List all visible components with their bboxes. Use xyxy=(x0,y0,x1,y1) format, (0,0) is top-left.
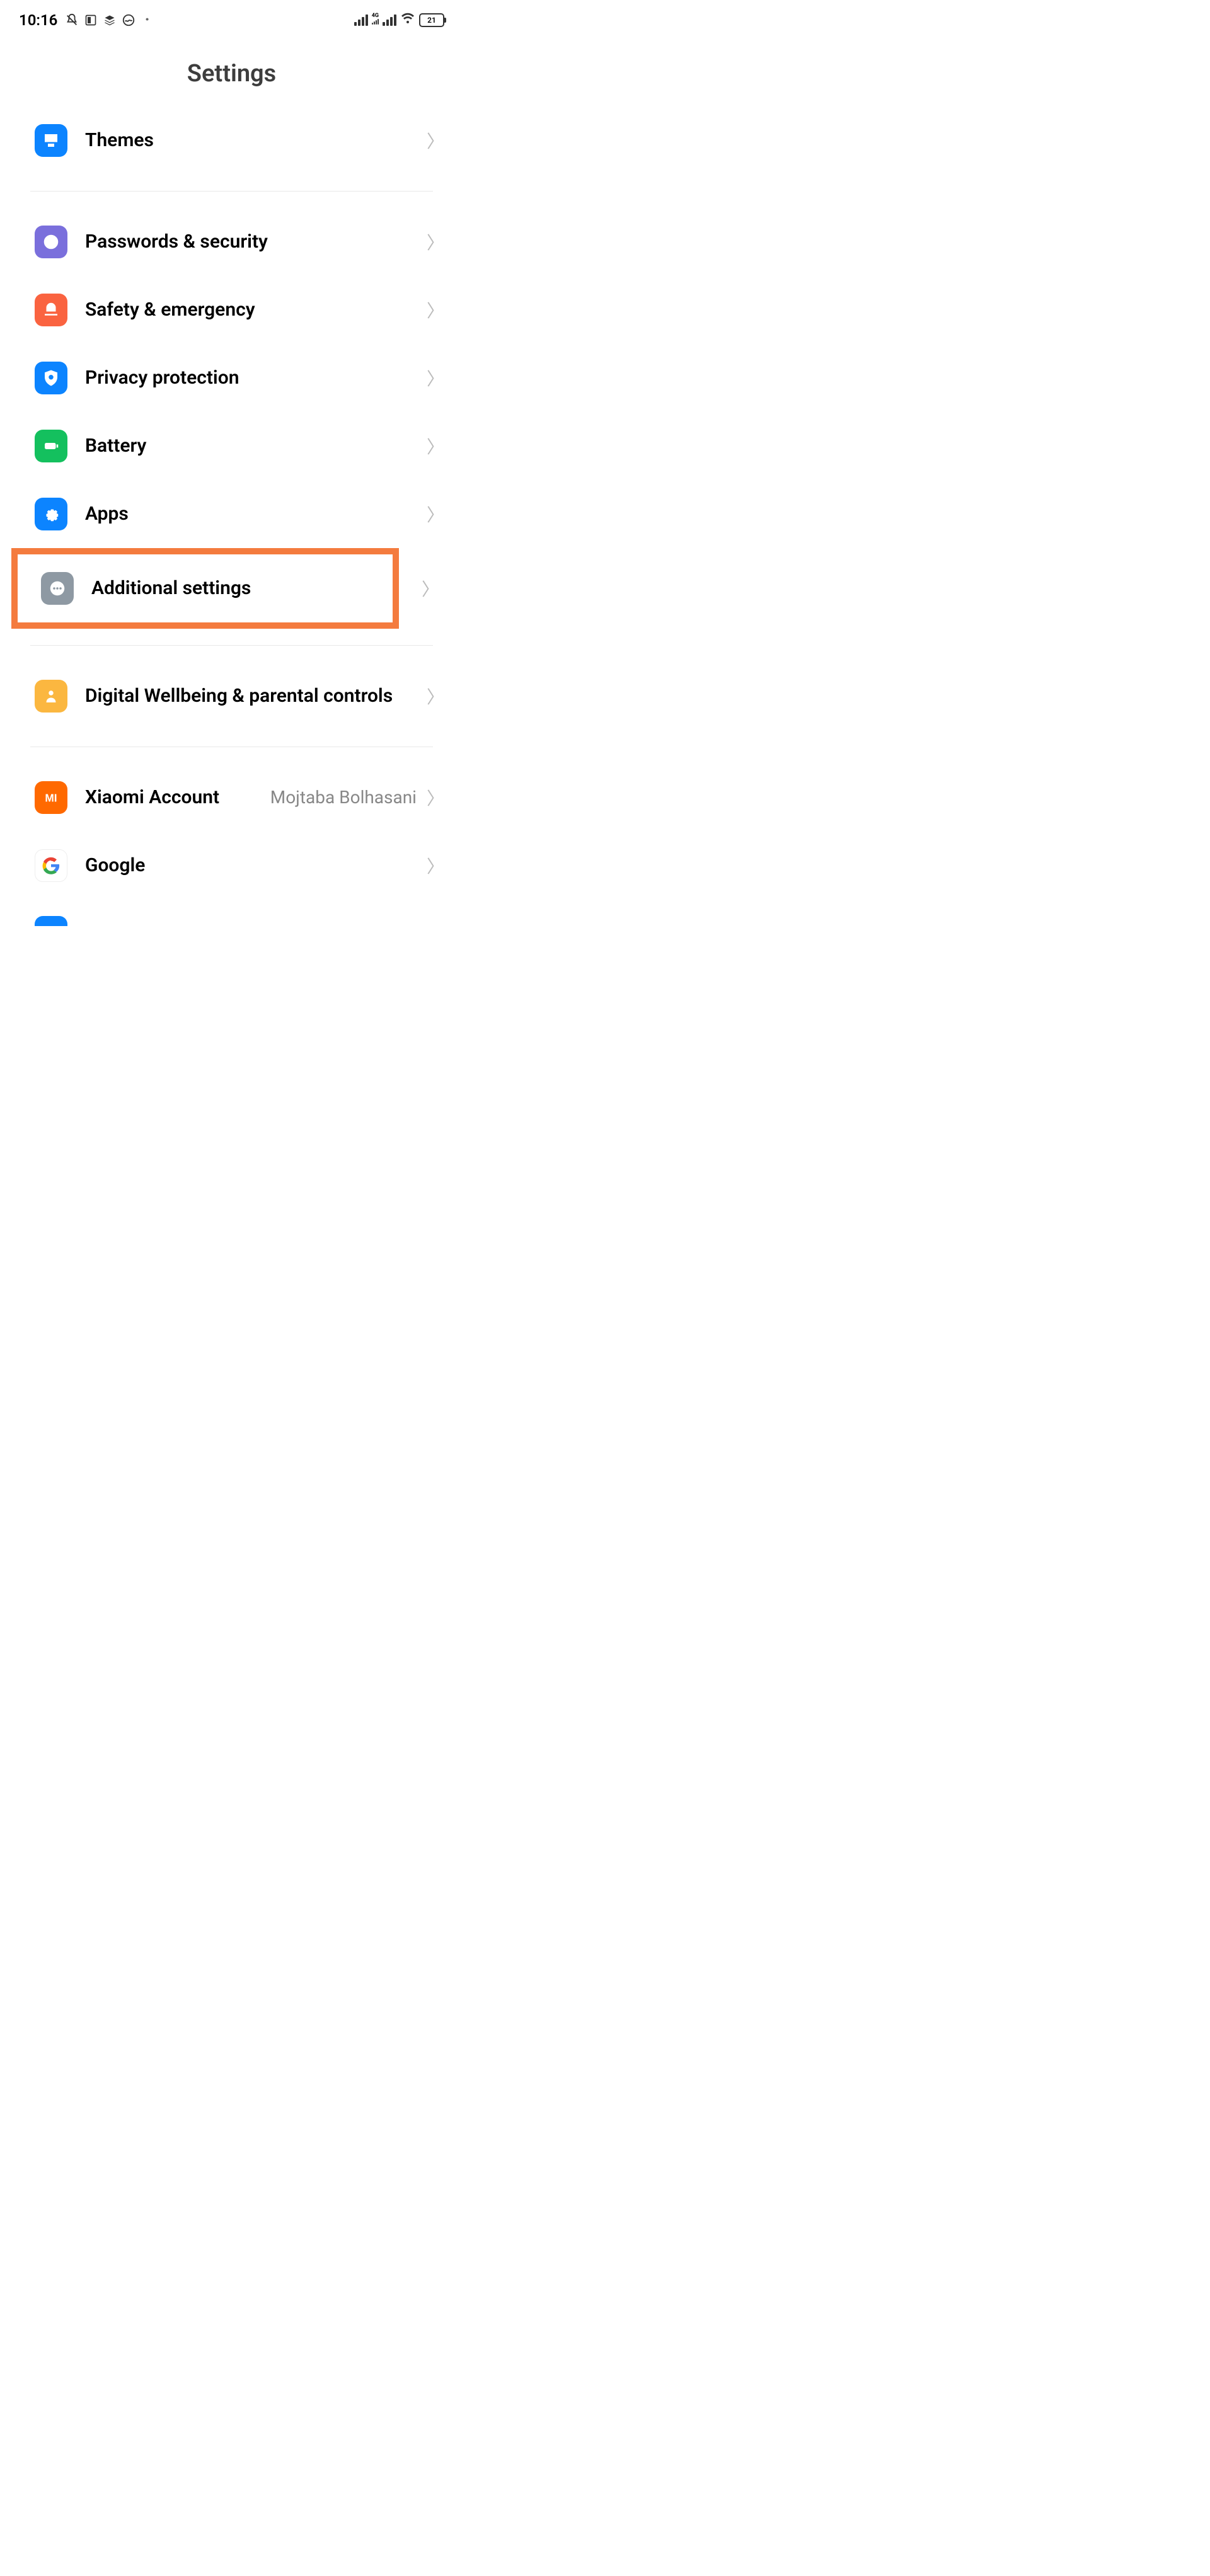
svg-text:MI: MI xyxy=(45,792,57,804)
status-left: 10:16 · xyxy=(19,9,150,31)
partial-icon xyxy=(35,916,67,926)
signal-icon-2 xyxy=(383,14,396,26)
phone-screen: 10:16 · 4G 21 xyxy=(0,0,463,926)
status-time: 10:16 xyxy=(19,11,57,29)
chevron-right-icon: 〉 xyxy=(427,128,444,153)
chevron-right-icon: 〉 xyxy=(427,365,444,391)
setting-apps[interactable]: Apps 〉 xyxy=(0,480,463,548)
chevron-right-icon: 〉 xyxy=(427,501,444,527)
wifi-icon xyxy=(400,11,415,30)
more-indicator-icon: · xyxy=(144,9,150,31)
themes-icon xyxy=(35,124,67,157)
setting-label: Privacy protection xyxy=(85,366,422,390)
battery-icon xyxy=(35,430,67,462)
google-logo-icon xyxy=(35,849,67,882)
page-title: Settings xyxy=(0,35,463,106)
setting-label: Additional settings xyxy=(91,576,388,600)
wellbeing-icon xyxy=(35,680,67,713)
setting-value: Mojtaba Bolhasani xyxy=(270,787,417,808)
chevron-right-icon: 〉 xyxy=(427,433,444,459)
setting-google[interactable]: Google 〉 xyxy=(0,832,463,900)
setting-label: Safety & emergency xyxy=(85,298,422,322)
highlighted-row-container: Additional settings 〉 xyxy=(0,548,463,629)
status-bar: 10:16 · 4G 21 xyxy=(0,0,463,35)
divider xyxy=(30,191,433,192)
chevron-right-icon: 〉 xyxy=(427,785,444,810)
mi-logo-icon: MI xyxy=(35,781,67,814)
setting-themes[interactable]: Themes 〉 xyxy=(0,106,463,175)
chevron-right-icon: 〉 xyxy=(427,229,444,255)
more-icon xyxy=(41,572,74,605)
notification-mute-icon xyxy=(65,13,79,27)
screenshot-icon xyxy=(84,13,98,27)
setting-battery[interactable]: Battery 〉 xyxy=(0,412,463,480)
setting-label: Digital Wellbeing & parental controls xyxy=(85,684,422,708)
chevron-right-icon: 〉 xyxy=(427,853,444,878)
gear-icon xyxy=(35,498,67,530)
setting-additional[interactable]: Additional settings xyxy=(18,554,393,622)
chevron-right-icon: 〉 xyxy=(427,297,444,323)
fingerprint-icon xyxy=(35,226,67,258)
setting-safety-emergency[interactable]: Safety & emergency 〉 xyxy=(0,276,463,344)
setting-label: Apps xyxy=(85,502,422,526)
setting-label: Battery xyxy=(85,434,422,458)
shield-icon xyxy=(35,362,67,394)
setting-digital-wellbeing[interactable]: Digital Wellbeing & parental controls 〉 xyxy=(0,662,463,730)
divider xyxy=(30,645,433,646)
setting-label: Google xyxy=(85,854,422,878)
app-icon xyxy=(122,13,135,27)
battery-icon: 21 xyxy=(419,13,444,27)
emergency-icon xyxy=(35,294,67,326)
setting-label: Themes xyxy=(85,129,422,152)
setting-xiaomi-account[interactable]: MI Xiaomi Account Mojtaba Bolhasani 〉 xyxy=(0,764,463,832)
partial-next-item xyxy=(0,900,463,926)
layers-icon xyxy=(103,13,117,27)
highlight-box: Additional settings xyxy=(11,548,399,629)
network-type: 4G xyxy=(372,13,379,26)
setting-label: Passwords & security xyxy=(85,230,422,254)
chevron-right-icon: 〉 xyxy=(427,684,444,709)
status-right: 4G 21 xyxy=(354,11,444,30)
setting-label: Xiaomi Account xyxy=(85,786,270,810)
chevron-right-icon: 〉 xyxy=(422,576,439,601)
signal-icon xyxy=(354,14,368,26)
setting-passwords-security[interactable]: Passwords & security 〉 xyxy=(0,208,463,276)
setting-privacy[interactable]: Privacy protection 〉 xyxy=(0,344,463,412)
